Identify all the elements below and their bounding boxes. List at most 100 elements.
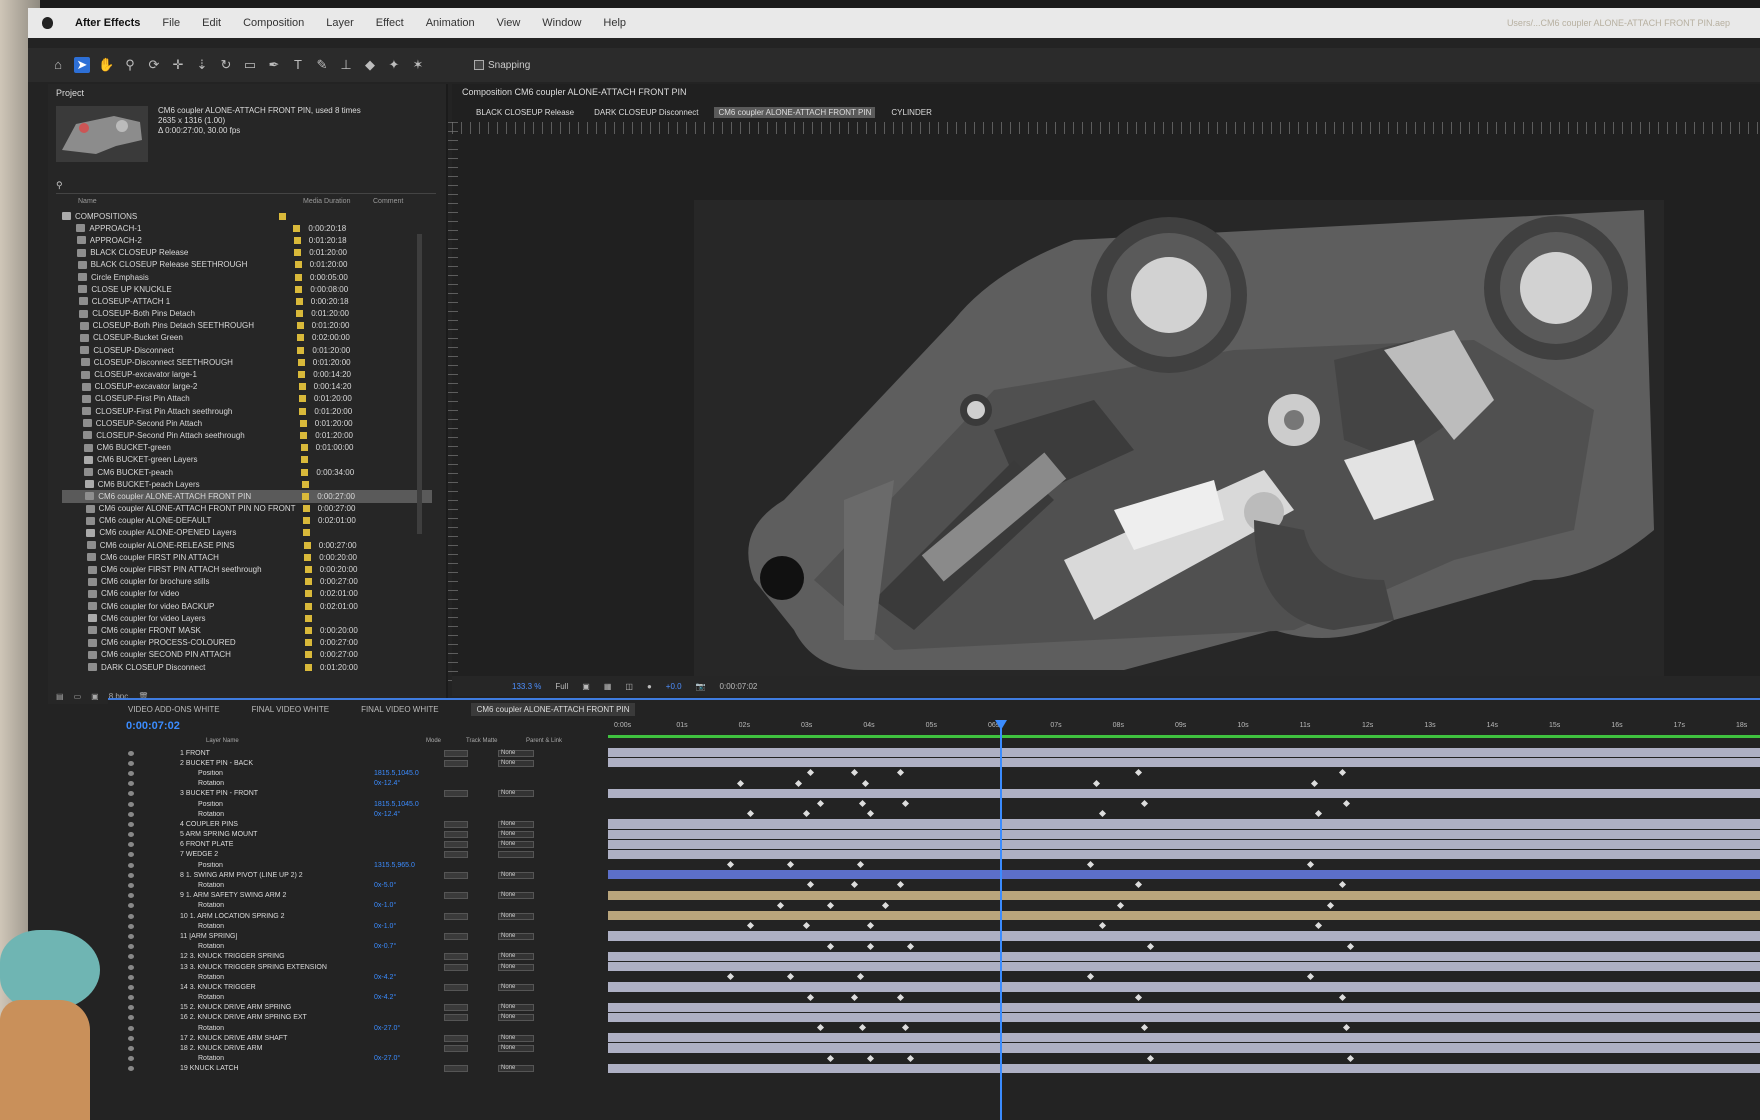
property-value[interactable]: 0x-12.4°	[374, 780, 434, 787]
visibility-eye-icon[interactable]	[128, 1035, 134, 1041]
property-value[interactable]: 1815.5,1045.0	[374, 801, 434, 808]
keyframe-marker[interactable]	[1338, 993, 1347, 1001]
property-track[interactable]	[608, 1023, 1760, 1033]
blend-mode-dropdown[interactable]	[444, 1034, 468, 1042]
project-item[interactable]: CM6 coupler for brochure stills 0:00:27:0…	[62, 576, 432, 588]
parent-dropdown[interactable]: None	[498, 1004, 534, 1012]
new-comp-icon[interactable]: ▣	[91, 692, 99, 701]
keyframe-marker[interactable]	[881, 901, 890, 909]
orbit-icon[interactable]: ⟳	[146, 57, 162, 73]
project-item[interactable]: Circle Emphasis 0:00:05:00	[62, 271, 432, 283]
keyframe-marker[interactable]	[906, 942, 915, 950]
keyframe-marker[interactable]	[858, 1024, 867, 1032]
label-color-swatch[interactable]	[299, 395, 306, 403]
layer-duration-bar[interactable]	[608, 758, 1760, 769]
label-color-swatch[interactable]	[297, 334, 304, 342]
label-color-swatch[interactable]	[299, 407, 307, 415]
project-item[interactable]: BLACK CLOSEUP Release SEETHROUGH 0:01:20:…	[62, 259, 432, 271]
visibility-eye-icon[interactable]	[128, 883, 134, 889]
property-value[interactable]: 0x-5.0°	[374, 882, 434, 889]
parent-dropdown[interactable]: None	[498, 1034, 534, 1042]
label-color-swatch[interactable]	[305, 639, 312, 647]
parent-dropdown[interactable]: None	[498, 871, 534, 879]
app-menu[interactable]: After Effects	[75, 17, 140, 29]
col-comment[interactable]: Comment	[373, 198, 403, 210]
project-folder[interactable]: CM6 coupler for video Layers	[62, 612, 432, 624]
label-color-swatch[interactable]	[302, 492, 310, 500]
layer-duration-bar[interactable]	[608, 1002, 1760, 1013]
type-icon[interactable]: T	[290, 57, 306, 73]
layer-duration-bar[interactable]	[608, 1063, 1760, 1074]
project-item[interactable]: CM6 coupler ALONE-RELEASE PINS 0:00:27:00	[62, 539, 432, 551]
visibility-eye-icon[interactable]	[128, 852, 134, 858]
project-item[interactable]: CLOSEUP-Disconnect 0:01:20:00	[62, 344, 432, 356]
snapping-toggle[interactable]: Snapping	[474, 60, 530, 71]
keyframe-marker[interactable]	[806, 881, 815, 889]
visibility-eye-icon[interactable]	[128, 1046, 134, 1052]
project-item[interactable]: CM6 coupler ALONE-DEFAULT 0:02:01:00	[62, 515, 432, 527]
property-value[interactable]: 0x-27.0°	[374, 1055, 434, 1062]
label-color-swatch[interactable]	[305, 602, 312, 610]
keyframe-marker[interactable]	[866, 922, 875, 930]
clone-icon[interactable]: ⊥	[338, 57, 354, 73]
project-tab[interactable]: Project	[48, 84, 446, 104]
layer-row[interactable]: 7 WEDGE 2	[128, 850, 608, 860]
col-name[interactable]: Name	[78, 198, 303, 210]
layer-row[interactable]: 17 2. KNUCK DRIVE ARM SHAFT None	[128, 1033, 608, 1043]
project-item[interactable]: CM6 coupler SECOND PIN ATTACH 0:00:27:00	[62, 649, 432, 661]
property-row[interactable]: Rotation 0x-27.0°	[128, 1054, 608, 1064]
property-row[interactable]: Position 1815.5,1045.0	[128, 768, 608, 778]
blend-mode-dropdown[interactable]	[444, 871, 468, 879]
layer-duration-bar[interactable]	[608, 870, 1760, 881]
layer-row[interactable]: 4 COUPLER PINS None	[128, 819, 608, 829]
label-color-swatch[interactable]	[304, 553, 312, 561]
project-item[interactable]: CLOSEUP-Both Pins Detach SEETHROUGH 0:01:…	[62, 320, 432, 332]
keyframe-marker[interactable]	[850, 881, 859, 889]
label-color-swatch[interactable]	[305, 626, 312, 634]
property-value[interactable]: 0x-12.4°	[374, 811, 434, 818]
visibility-eye-icon[interactable]	[128, 801, 134, 807]
keyframe-marker[interactable]	[806, 769, 815, 777]
visibility-eye-icon[interactable]	[128, 903, 134, 909]
interpret-footage-icon[interactable]: ▤	[56, 692, 64, 701]
visibility-eye-icon[interactable]	[128, 1066, 134, 1072]
parent-dropdown[interactable]: None	[498, 749, 534, 757]
current-time-display[interactable]: 0:00:07:02	[126, 720, 180, 732]
parent-dropdown[interactable]: None	[498, 790, 534, 798]
timeline-graph-area[interactable]: 0:00s 01s 02s 03s 04s 05s 06s 07s 08s 09s 10s 11s 12…	[608, 720, 1760, 1120]
layer-row[interactable]: 13 3. KNUCK TRIGGER SPRING EXTENSION None	[128, 962, 608, 972]
label-color-swatch[interactable]	[295, 285, 303, 293]
project-item[interactable]: CM6 coupler FIRST PIN ATTACH seethrough 0…	[62, 563, 432, 575]
keyframe-marker[interactable]	[1346, 1054, 1355, 1062]
keyframe-marker[interactable]	[816, 799, 825, 807]
label-color-swatch[interactable]	[299, 419, 307, 427]
keyframe-marker[interactable]	[786, 861, 795, 869]
keyframe-marker[interactable]	[1346, 942, 1355, 950]
keyframe-marker[interactable]	[776, 901, 785, 909]
visibility-eye-icon[interactable]	[128, 760, 134, 766]
property-track[interactable]	[608, 1054, 1760, 1064]
keyframe-marker[interactable]	[1306, 861, 1315, 869]
keyframe-marker[interactable]	[1098, 922, 1107, 930]
crumb-dark-closeup[interactable]: DARK CLOSEUP Disconnect	[590, 107, 702, 118]
keyframe-marker[interactable]	[1146, 942, 1155, 950]
layer-duration-bar[interactable]	[608, 1012, 1760, 1024]
visibility-eye-icon[interactable]	[128, 1015, 134, 1021]
layer-duration-bar[interactable]	[608, 1033, 1760, 1044]
layer-duration-bar[interactable]	[608, 1043, 1760, 1054]
pan-icon[interactable]: ✛	[170, 57, 186, 73]
keyframe-marker[interactable]	[806, 993, 815, 1001]
keyframe-marker[interactable]	[1134, 993, 1143, 1001]
blend-mode-dropdown[interactable]	[444, 1004, 468, 1012]
col-parent-link[interactable]: Parent & Link	[526, 738, 562, 748]
project-item[interactable]: CLOSE UP KNUCKLE 0:00:08:00	[62, 283, 432, 295]
parent-dropdown[interactable]: None	[498, 759, 534, 767]
label-color-swatch[interactable]	[300, 444, 308, 452]
keyframe-marker[interactable]	[794, 779, 803, 787]
keyframe-marker[interactable]	[826, 942, 835, 950]
property-value[interactable]: 0x-1.0°	[374, 923, 434, 930]
parent-dropdown[interactable]: None	[498, 841, 534, 849]
label-color-swatch[interactable]	[293, 224, 301, 232]
layer-duration-bar[interactable]	[608, 788, 1760, 799]
property-row[interactable]: Rotation 0x-4.2°	[128, 972, 608, 982]
